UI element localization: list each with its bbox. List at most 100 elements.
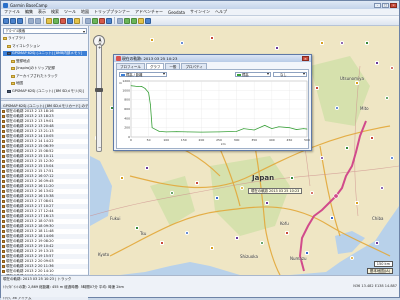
y-tick-label: 200 — [124, 126, 130, 130]
map-poi-icon[interactable] — [180, 41, 184, 45]
zoom-out-icon[interactable] — [99, 17, 105, 24]
dialog-title: 現在の軌跡: 2013 03 25 10:23 — [122, 56, 178, 61]
graph-secondary-select[interactable]: なし — [273, 72, 307, 77]
map-poi-icon[interactable] — [240, 186, 244, 190]
panel-splitter[interactable] — [1, 98, 88, 101]
library-tree-item[interactable]: ライブラリ — [3, 36, 87, 41]
map-poi-icon[interactable] — [375, 61, 379, 65]
dialog-close-button[interactable]: × — [302, 56, 309, 61]
menu-item-4[interactable]: ツール — [64, 9, 76, 15]
route-icon[interactable] — [60, 17, 66, 24]
map-poi-icon[interactable] — [235, 236, 239, 240]
close-button[interactable]: × — [390, 2, 397, 8]
graph-primary-select[interactable]: 標高 / 距離 — [119, 72, 167, 77]
map-poi-icon[interactable] — [265, 201, 269, 205]
send-icon[interactable] — [124, 17, 130, 24]
map-poi-icon[interactable] — [260, 241, 264, 245]
map-poi-icon[interactable] — [150, 38, 154, 42]
map-poi-icon[interactable] — [315, 86, 319, 90]
library-tree-item[interactable]: アーカイブされたトラック — [3, 74, 87, 79]
map-poi-icon[interactable] — [330, 216, 334, 220]
menu-item-1[interactable]: 編集 — [25, 9, 33, 15]
map-poi-icon[interactable] — [320, 156, 324, 160]
save-icon[interactable] — [10, 17, 16, 24]
zoom-slider[interactable]: + − — [96, 44, 102, 152]
map-poi-icon[interactable] — [350, 256, 354, 260]
library-tree-item[interactable]: [Inspiro]のトリップ記録 — [3, 66, 87, 71]
menu-item-9[interactable]: サインイン — [190, 9, 210, 15]
menu-item-10[interactable]: ヘルプ — [215, 9, 227, 15]
map-poi-icon[interactable] — [145, 166, 149, 170]
print-icon[interactable] — [17, 17, 23, 24]
map-poi-icon[interactable] — [310, 191, 314, 195]
map-poi-icon[interactable] — [285, 231, 289, 235]
maximize-button[interactable]: □ — [382, 2, 389, 8]
map-poi-icon[interactable] — [160, 241, 164, 245]
data-point — [218, 131, 220, 133]
waypoint-icon[interactable] — [53, 17, 59, 24]
elevation-chart[interactable]: 0200400600800100012000 50 100 150 200 250 300 3… — [117, 78, 310, 149]
track-icon — [2, 225, 5, 228]
zoom-in-icon[interactable]: + — [98, 46, 101, 50]
find-icon[interactable] — [46, 17, 52, 24]
hand-icon[interactable] — [85, 17, 91, 24]
map-poi-icon[interactable] — [370, 136, 374, 140]
menu-item-6[interactable]: トリッププランナー — [94, 9, 130, 15]
track-icon — [2, 210, 5, 213]
map-poi-icon[interactable] — [355, 201, 359, 205]
3d-icon[interactable] — [106, 17, 112, 24]
map-poi-icon[interactable] — [390, 156, 394, 160]
map-poi-icon[interactable] — [135, 226, 139, 230]
map-poi-icon[interactable] — [365, 41, 369, 45]
map-poi-icon[interactable] — [375, 241, 379, 245]
map-poi-icon[interactable] — [320, 41, 324, 45]
dialog-title-bar[interactable]: 現在の軌跡: 2013 03 25 10:23 × — [114, 55, 311, 62]
map-poi-icon[interactable] — [390, 66, 394, 70]
menu-item-2[interactable]: 表示 — [38, 9, 46, 15]
open-icon[interactable] — [3, 17, 9, 24]
library-tree-item[interactable]: GPSMAP 62SJ (ユニット) [8MB内部メモリ] — [3, 51, 87, 56]
map-poi-icon[interactable] — [215, 196, 219, 200]
receive-icon[interactable] — [131, 17, 137, 24]
map-poi-icon[interactable] — [345, 146, 349, 150]
track-list[interactable]: 現在の軌跡 2013 2 13 18:16 現在の軌跡 2013 2 13 18:… — [1, 109, 88, 292]
map-poi-icon[interactable] — [275, 46, 279, 50]
menu-item-3[interactable]: 検索 — [51, 9, 59, 15]
track-icon[interactable] — [67, 17, 73, 24]
map-poi-icon[interactable] — [380, 186, 384, 190]
zoom-in-icon[interactable] — [92, 17, 98, 24]
help-icon[interactable] — [145, 17, 151, 24]
map-poi-icon[interactable] — [210, 246, 214, 250]
graph-series-select[interactable]: 標高 — [235, 72, 271, 77]
library-tree-item[interactable]: GPSMAP 62SJ (ユニット) [8M SDメモリ(S)] — [3, 89, 87, 94]
map-poi-icon[interactable] — [290, 176, 294, 180]
menu-item-7[interactable]: アドベンチャー — [135, 9, 163, 15]
map-poi-icon[interactable] — [185, 231, 189, 235]
measure-icon[interactable] — [74, 17, 80, 24]
zoom-slider-thumb[interactable] — [95, 88, 103, 92]
map-poi-icon[interactable] — [305, 251, 309, 255]
undo-icon[interactable] — [28, 17, 34, 24]
y-tick-label: 1000 — [122, 88, 130, 92]
library-tree-item[interactable]: 登録地点 — [3, 59, 87, 64]
map-poi-icon[interactable] — [355, 81, 359, 85]
map-poi-icon[interactable] — [340, 41, 344, 45]
menu-item-8[interactable]: Geodata — [168, 10, 185, 15]
map-poi-icon[interactable] — [335, 106, 339, 110]
map-poi-icon[interactable] — [120, 176, 124, 180]
menu-item-5[interactable]: 地図 — [81, 9, 89, 15]
minimize-button[interactable]: – — [374, 2, 381, 8]
library-tree-item[interactable]: マイコレクション — [3, 44, 87, 49]
redo-icon[interactable] — [35, 17, 41, 24]
map-poi-icon[interactable] — [170, 191, 174, 195]
device-icon[interactable] — [117, 17, 123, 24]
photo-icon[interactable] — [138, 17, 144, 24]
map-poi-icon[interactable] — [385, 96, 389, 100]
map-poi-icon[interactable] — [195, 181, 199, 185]
library-search-combo[interactable]: ｸﾞﾛｰﾊﾞﾙ検索 — [3, 28, 87, 34]
menu-item-0[interactable]: ファイル — [4, 9, 20, 15]
map-poi-icon[interactable] — [210, 36, 214, 40]
library-tree-item[interactable]: 地図 — [3, 81, 87, 86]
zoom-out-icon[interactable]: − — [98, 146, 101, 150]
track-icon — [2, 255, 5, 258]
